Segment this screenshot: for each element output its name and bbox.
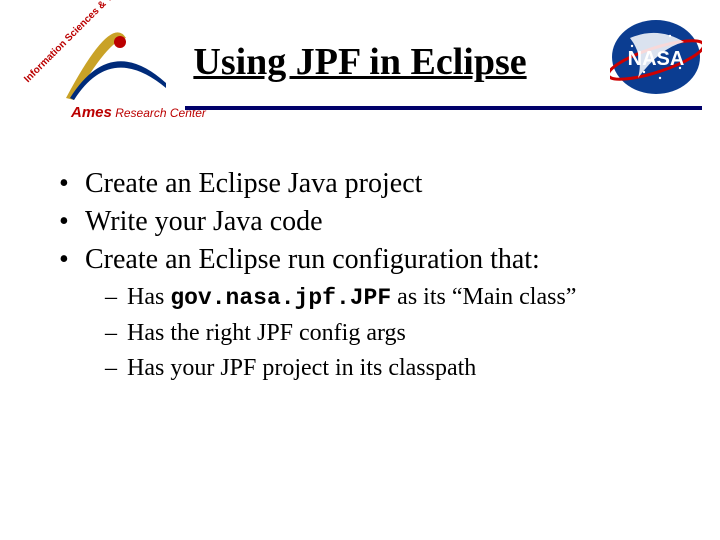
header-divider bbox=[185, 106, 702, 110]
sub-item-pre: Has the right JPF config args bbox=[127, 320, 406, 346]
ames-label-bold: Ames bbox=[71, 104, 112, 121]
sub-list-item: Has your JPF project in its classpath bbox=[105, 351, 690, 386]
list-item-text: Create an Eclipse Java project bbox=[85, 168, 422, 199]
bullet-list: Create an Eclipse Java project Write you… bbox=[55, 165, 690, 385]
sub-list: Has gov.nasa.jpf.JPF as its “Main class”… bbox=[85, 280, 690, 385]
nasa-logo-icon: NASA bbox=[610, 18, 702, 96]
slide-content: Create an Eclipse Java project Write you… bbox=[55, 165, 690, 385]
slide-header: Information Sciences & Technology Ames R… bbox=[0, 0, 720, 128]
list-item: Create an Eclipse Java project bbox=[55, 165, 690, 203]
slide: Information Sciences & Technology Ames R… bbox=[0, 0, 720, 540]
sub-item-pre: Has bbox=[127, 284, 170, 310]
nasa-text: NASA bbox=[628, 48, 685, 70]
sub-item-code: gov.nasa.jpf.JPF bbox=[170, 285, 391, 311]
list-item-text: Create an Eclipse run configuration that… bbox=[85, 244, 540, 275]
sub-item-post: as its “Main class” bbox=[391, 284, 576, 310]
list-item: Create an Eclipse run configuration that… bbox=[55, 241, 690, 386]
sub-list-item: Has gov.nasa.jpf.JPF as its “Main class” bbox=[105, 280, 690, 315]
list-item: Write your Java code bbox=[55, 203, 690, 241]
sub-item-pre: Has your JPF project in its classpath bbox=[127, 355, 476, 381]
list-item-text: Write your Java code bbox=[85, 206, 323, 237]
sub-list-item: Has the right JPF config args bbox=[105, 316, 690, 351]
